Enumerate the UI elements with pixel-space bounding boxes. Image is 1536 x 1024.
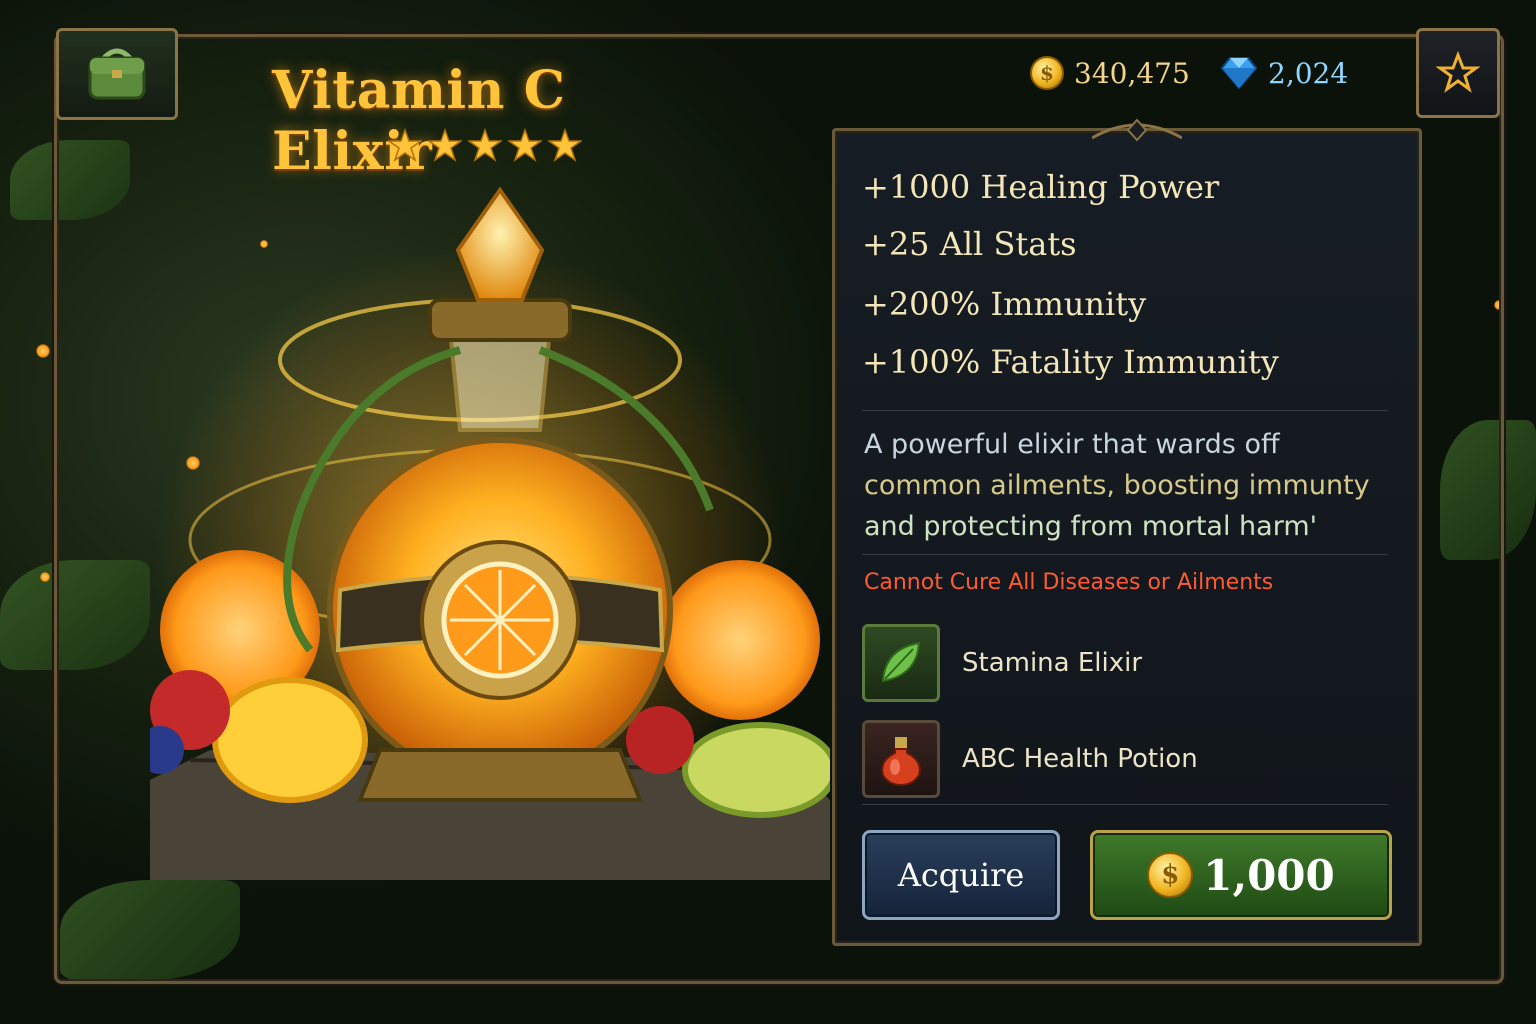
star-icon — [508, 128, 542, 162]
star-icon — [428, 128, 462, 162]
acquire-button[interactable]: Acquire — [862, 830, 1060, 920]
panel-ornament — [1092, 118, 1182, 142]
elixir-bottle-illustration — [150, 186, 830, 880]
ingredient-label: ABC Health Potion — [962, 744, 1198, 774]
star-icon — [388, 128, 422, 162]
star-icon — [468, 128, 502, 162]
ingredient-label: Stamina Elixir — [962, 648, 1143, 678]
ingredient-stamina-elixir[interactable]: Stamina Elixir — [862, 624, 1142, 702]
sparkle-star-icon — [1436, 51, 1480, 93]
gold-coin-icon: $ — [1147, 852, 1194, 898]
rating-stars — [388, 128, 582, 162]
ember — [40, 572, 50, 582]
description-line: common ailments, boosting immunty — [864, 470, 1370, 501]
ember — [36, 344, 50, 358]
inventory-bag-button[interactable] — [56, 28, 178, 120]
divider — [862, 554, 1388, 555]
coin-amount: 340,475 — [1074, 56, 1190, 90]
gold-coin-icon: $ — [1030, 56, 1064, 90]
price-amount: 1,000 — [1203, 850, 1335, 900]
item-title: Vitamin C Elixir — [272, 60, 566, 182]
red-potion-icon — [862, 720, 940, 798]
description-line: and protecting from mortal harm' — [864, 511, 1318, 542]
divider — [862, 804, 1388, 805]
coin-balance: $ 340,475 — [1030, 56, 1190, 90]
gem-amount: 2,024 — [1268, 56, 1349, 90]
buy-price-button[interactable]: $ 1,000 — [1090, 830, 1392, 920]
stat-fatality-immunity: +100% Fatality Immunity — [862, 343, 1279, 381]
description-line: A powerful elixir that wards off — [864, 429, 1280, 460]
item-description: A powerful elixir that wards off common … — [864, 424, 1404, 547]
warning-text: Cannot Cure All Diseases or Ailments — [864, 570, 1274, 595]
bag-icon — [88, 48, 146, 100]
star-icon — [548, 128, 582, 162]
favorite-star-button[interactable] — [1416, 28, 1500, 118]
stat-all-stats: +25 All Stats — [862, 225, 1077, 263]
stat-healing-power: +1000 Healing Power — [862, 168, 1220, 206]
diamond-gem-icon — [1220, 57, 1258, 90]
stat-immunity: +200% Immunity — [862, 285, 1147, 323]
gem-balance: 2,024 — [1220, 56, 1348, 90]
divider — [862, 410, 1388, 411]
leaf-icon — [862, 624, 940, 702]
ingredient-abc-health-potion[interactable]: ABC Health Potion — [862, 720, 1198, 798]
